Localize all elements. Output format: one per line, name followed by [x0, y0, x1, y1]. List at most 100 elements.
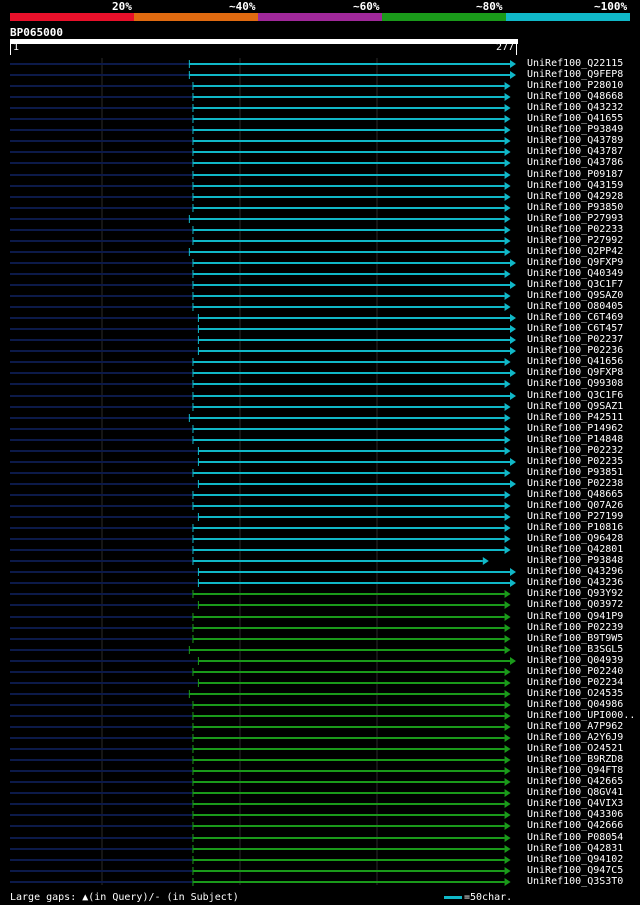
hit-label[interactable]: UniRef100_B9RZD8	[527, 754, 623, 765]
hit-label[interactable]: UniRef100_Q9SAZ1	[527, 401, 623, 412]
hit-arrow	[504, 800, 511, 808]
hit-label[interactable]: UniRef100_Q42928	[527, 191, 623, 202]
hit-label[interactable]: UniRef100_UPI000..	[527, 710, 635, 721]
hit-label[interactable]: UniRef100_P27993	[527, 213, 623, 224]
hit-label[interactable]: UniRef100_Q04939	[527, 655, 623, 666]
hit-label[interactable]: UniRef100_Q3C1F6	[527, 390, 623, 401]
hit-label[interactable]: UniRef100_Q07A26	[527, 500, 623, 511]
hit-arrow	[504, 469, 511, 477]
hit-label[interactable]: UniRef100_Q93Y92	[527, 588, 623, 599]
hit-arrow	[504, 159, 511, 167]
hit-label[interactable]: UniRef100_Q42665	[527, 776, 623, 787]
hit-label[interactable]: UniRef100_Q41655	[527, 113, 623, 124]
hit-label[interactable]: UniRef100_P09187	[527, 169, 623, 180]
hit-arrow	[504, 137, 511, 145]
hit-label[interactable]: UniRef100_P10816	[527, 522, 623, 533]
hit-label[interactable]: UniRef100_Q94102	[527, 854, 623, 865]
hit-arrow	[504, 491, 511, 499]
hit-arrow	[504, 148, 511, 156]
hit-label[interactable]: UniRef100_Q3C1F7	[527, 279, 623, 290]
hit-arrow	[504, 82, 511, 90]
hit-arrow	[510, 325, 516, 333]
hit-label[interactable]: UniRef100_O80405	[527, 301, 623, 312]
hit-label[interactable]: UniRef100_P27199	[527, 511, 623, 522]
hit-label[interactable]: UniRef100_P02236	[527, 345, 623, 356]
hit-label[interactable]: UniRef100_P02233	[527, 224, 623, 235]
hit-label[interactable]: UniRef100_Q43232	[527, 102, 623, 113]
hit-label[interactable]: UniRef100_P93849	[527, 124, 623, 135]
hit-label[interactable]: UniRef100_Q3S3T0	[527, 876, 623, 887]
hit-label[interactable]: UniRef100_P02234	[527, 677, 623, 688]
hit-arrow	[504, 93, 511, 101]
hit-label[interactable]: UniRef100_P08054	[527, 832, 623, 843]
hit-arrow	[504, 248, 511, 256]
hit-label[interactable]: UniRef100_P42511	[527, 412, 623, 423]
hit-label[interactable]: UniRef100_A2Y6J9	[527, 732, 623, 743]
hit-label[interactable]: UniRef100_B9T9W5	[527, 633, 623, 644]
hit-label[interactable]: UniRef100_O24535	[527, 688, 623, 699]
hit-label[interactable]: UniRef100_Q43787	[527, 146, 623, 157]
hit-label[interactable]: UniRef100_Q43159	[527, 180, 623, 191]
hit-label[interactable]: UniRef100_P02232	[527, 445, 623, 456]
hit-label[interactable]: UniRef100_P93848	[527, 555, 623, 566]
hit-label[interactable]: UniRef100_P14962	[527, 423, 623, 434]
hit-label[interactable]: UniRef100_A7P962	[527, 721, 623, 732]
hit-label[interactable]: UniRef100_Q9FXP8	[527, 367, 623, 378]
hit-label[interactable]: UniRef100_Q43786	[527, 157, 623, 168]
hit-label[interactable]: UniRef100_Q9FEP8	[527, 69, 623, 80]
hit-label[interactable]: UniRef100_Q96428	[527, 533, 623, 544]
hit-arrow	[504, 104, 511, 112]
hit-label[interactable]: UniRef100_Q94FT8	[527, 765, 623, 776]
hit-label[interactable]: UniRef100_Q941P9	[527, 611, 623, 622]
hit-label[interactable]: UniRef100_P14848	[527, 434, 623, 445]
hit-label[interactable]: UniRef100_Q40349	[527, 268, 623, 279]
hit-label[interactable]: UniRef100_C6T469	[527, 312, 623, 323]
hit-arrow	[504, 303, 511, 311]
hit-arrow	[504, 237, 511, 245]
hit-label[interactable]: UniRef100_C6T457	[527, 323, 623, 334]
hit-label[interactable]: UniRef100_Q22115	[527, 58, 623, 69]
hit-label[interactable]: UniRef100_Q9SAZ0	[527, 290, 623, 301]
hit-label[interactable]: UniRef100_O24521	[527, 743, 623, 754]
hit-label[interactable]: UniRef100_P02237	[527, 334, 623, 345]
hit-label[interactable]: UniRef100_P02239	[527, 622, 623, 633]
hit-label[interactable]: UniRef100_Q48665	[527, 489, 623, 500]
hit-label[interactable]: UniRef100_Q2PP42	[527, 246, 623, 257]
hit-label[interactable]: UniRef100_Q42666	[527, 820, 623, 831]
hit-label[interactable]: UniRef100_Q8GV41	[527, 787, 623, 798]
hit-label[interactable]: UniRef100_Q42801	[527, 544, 623, 555]
hit-arrow	[504, 601, 511, 609]
hit-arrow	[510, 71, 516, 79]
hit-label[interactable]: UniRef100_Q4VIX3	[527, 798, 623, 809]
hit-label[interactable]: UniRef100_Q48668	[527, 91, 623, 102]
hit-label[interactable]: UniRef100_Q43296	[527, 566, 623, 577]
hit-label[interactable]: UniRef100_Q43306	[527, 809, 623, 820]
hit-label[interactable]: UniRef100_Q43789	[527, 135, 623, 146]
hit-arrow	[504, 215, 511, 223]
hit-label[interactable]: UniRef100_P02238	[527, 478, 623, 489]
hit-label[interactable]: UniRef100_Q03972	[527, 599, 623, 610]
hit-arrow	[504, 745, 511, 753]
hit-arrow	[510, 369, 516, 377]
scale-swatch	[444, 895, 462, 899]
hit-label[interactable]: UniRef100_Q41656	[527, 356, 623, 367]
hit-arrow	[504, 756, 511, 764]
hit-label[interactable]: UniRef100_Q43236	[527, 577, 623, 588]
hit-label[interactable]: UniRef100_Q04986	[527, 699, 623, 710]
scale-legend: =50char.	[444, 892, 512, 903]
hit-label[interactable]: UniRef100_P93850	[527, 202, 623, 213]
hit-label[interactable]: UniRef100_P02240	[527, 666, 623, 677]
hit-arrow	[504, 358, 511, 366]
hit-label[interactable]: UniRef100_P93851	[527, 467, 623, 478]
hit-label[interactable]: UniRef100_Q99308	[527, 378, 623, 389]
hit-arrow	[504, 535, 511, 543]
hit-label[interactable]: UniRef100_B3SGL5	[527, 644, 623, 655]
hit-label[interactable]: UniRef100_P28010	[527, 80, 623, 91]
hit-arrow	[504, 867, 511, 875]
hit-label[interactable]: UniRef100_Q9FXP9	[527, 257, 623, 268]
hit-label[interactable]: UniRef100_P27992	[527, 235, 623, 246]
hit-label[interactable]: UniRef100_P02235	[527, 456, 623, 467]
hit-label[interactable]: UniRef100_Q947C5	[527, 865, 623, 876]
hit-arrow	[510, 480, 516, 488]
hit-label[interactable]: UniRef100_Q42831	[527, 843, 623, 854]
